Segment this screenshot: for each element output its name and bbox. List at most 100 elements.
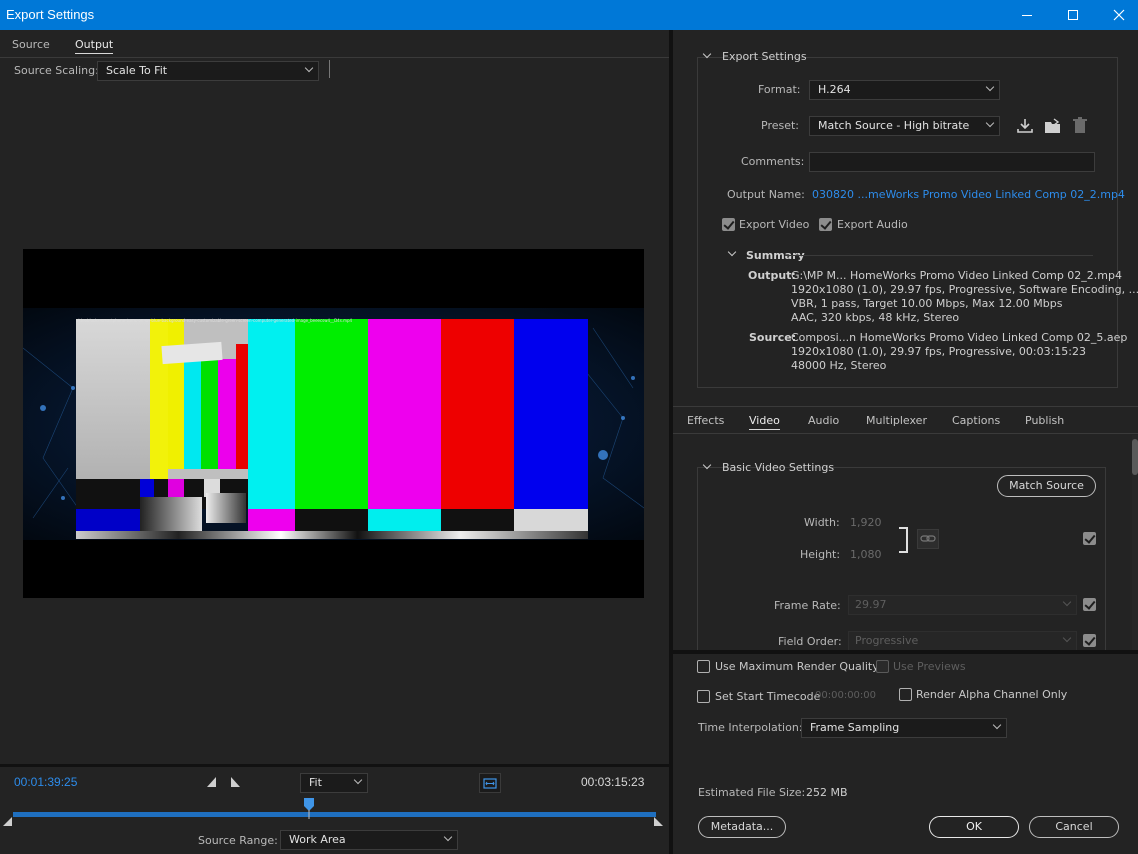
- width-height-match-checkbox[interactable]: [1083, 532, 1096, 545]
- preset-value: Match Source - High bitrate: [818, 119, 970, 132]
- basic-video-title: Basic Video Settings: [722, 461, 835, 474]
- set-in-point-icon[interactable]: [206, 776, 218, 788]
- timeline-panel: 00:01:39:25 Fit 00:03:15:23 Source Range…: [0, 764, 669, 854]
- summary-output-line: 1920x1080 (1.0), 29.97 fps, Progressive,…: [791, 283, 1138, 296]
- zoom-value: Fit: [309, 776, 322, 789]
- format-value: H.264: [818, 83, 851, 96]
- end-time: 00:03:15:23: [581, 775, 645, 789]
- export-settings-title: Export Settings: [722, 50, 807, 63]
- tab-publish[interactable]: Publish: [1025, 414, 1064, 427]
- format-dropdown[interactable]: H.264: [809, 80, 1000, 100]
- preview-panel: Source Output Source Scaling: Scale To F…: [0, 30, 669, 764]
- export-video-label: Export Video: [739, 218, 810, 231]
- ok-button[interactable]: OK: [929, 816, 1019, 838]
- summary-source-line: Composi...n HomeWorks Promo Video Linked…: [791, 331, 1128, 344]
- chevron-down-icon: [1062, 597, 1072, 607]
- field-order-match-checkbox[interactable]: [1083, 634, 1096, 647]
- output-name-link[interactable]: 030820 ...meWorks Promo Video Linked Com…: [812, 188, 1125, 201]
- constrain-proportions-button[interactable]: [917, 529, 939, 549]
- settings-panel: Export Settings Format: H.264 Preset: Ma…: [673, 30, 1138, 854]
- chevron-down-icon: [1062, 633, 1072, 643]
- set-out-point-icon[interactable]: [229, 776, 241, 788]
- use-previews-checkbox[interactable]: [876, 660, 889, 673]
- source-range-dropdown[interactable]: Work Area: [280, 830, 458, 850]
- save-preset-icon[interactable]: [1016, 118, 1034, 134]
- preset-label: Preset:: [761, 119, 800, 132]
- set-start-timecode-checkbox[interactable]: [697, 690, 710, 703]
- chevron-down-icon: [443, 832, 453, 842]
- range-end-handle-icon[interactable]: [654, 817, 664, 827]
- render-alpha-checkbox[interactable]: [899, 688, 912, 701]
- tab-output[interactable]: Output: [75, 38, 114, 54]
- timeline-track[interactable]: [13, 812, 656, 817]
- width-value[interactable]: 1,920: [850, 516, 882, 529]
- source-scaling-value: Scale To Fit: [106, 64, 168, 77]
- export-video-checkbox[interactable]: [722, 218, 735, 231]
- preset-dropdown[interactable]: Match Source - High bitrate: [809, 116, 1000, 136]
- match-source-button[interactable]: Match Source: [997, 475, 1096, 497]
- playhead-icon: [303, 798, 314, 819]
- frame-rate-dropdown[interactable]: 29.97: [848, 595, 1077, 615]
- minimize-button[interactable]: [1004, 0, 1050, 30]
- summary-output-line: AAC, 320 kbps, 48 kHz, Stereo: [791, 311, 960, 324]
- tab-effects[interactable]: Effects: [687, 414, 724, 427]
- close-icon: [1113, 9, 1125, 21]
- max-render-quality-checkbox[interactable]: [697, 660, 710, 673]
- time-interpolation-label: Time Interpolation:: [698, 721, 803, 734]
- source-scaling-dropdown[interactable]: Scale To Fit: [97, 61, 319, 81]
- comments-input[interactable]: [809, 152, 1095, 172]
- scrollbar-track[interactable]: [1132, 435, 1138, 650]
- tab-captions[interactable]: Captions: [952, 414, 1000, 427]
- window-title: Export Settings: [6, 7, 95, 22]
- scrollbar-thumb[interactable]: [1132, 439, 1138, 475]
- title-bar: Export Settings: [0, 0, 1138, 30]
- use-previews-label: Use Previews: [893, 660, 966, 673]
- aspect-toggle-button[interactable]: [479, 773, 501, 793]
- tab-multiplexer[interactable]: Multiplexer: [866, 414, 927, 427]
- close-button[interactable]: [1096, 0, 1138, 30]
- summary-output-line: G:\MP M... HomeWorks Promo Video Linked …: [791, 269, 1122, 282]
- tab-source[interactable]: Source: [12, 38, 50, 51]
- settings-tabbar: Effects Video Audio Multiplexer Captions…: [673, 406, 1138, 434]
- zoom-dropdown[interactable]: Fit: [300, 773, 368, 793]
- playhead[interactable]: [303, 797, 315, 822]
- start-timecode-value[interactable]: 00:00:00:00: [815, 690, 876, 701]
- frame-rate-match-checkbox[interactable]: [1083, 598, 1096, 611]
- video-settings-scroll: Basic Video Settings Match Source Width:…: [673, 435, 1138, 650]
- time-interpolation-dropdown[interactable]: Frame Sampling: [801, 718, 1007, 738]
- summary-source-line: 1920x1080 (1.0), 29.97 fps, Progressive,…: [791, 345, 1087, 358]
- current-time[interactable]: 00:01:39:25: [14, 775, 77, 789]
- width-label: Width:: [804, 516, 840, 529]
- estimated-size-label: Estimated File Size:: [698, 786, 806, 799]
- maximize-button[interactable]: [1050, 0, 1096, 30]
- summary-source-line: 48000 Hz, Stereo: [791, 359, 887, 372]
- comments-value: [810, 153, 816, 166]
- summary-output-label: Output:: [748, 269, 796, 282]
- tab-audio[interactable]: Audio: [808, 414, 839, 427]
- summary-source: Composi...n HomeWorks Promo Video Linked…: [791, 331, 1127, 373]
- field-order-dropdown[interactable]: Progressive: [848, 631, 1077, 650]
- chevron-down-icon: [304, 63, 314, 73]
- render-alpha-label: Render Alpha Channel Only: [916, 688, 1068, 701]
- aspect-correction-icon: [483, 778, 497, 789]
- tab-video[interactable]: Video: [749, 414, 780, 430]
- height-label: Height:: [800, 548, 841, 561]
- cancel-button[interactable]: Cancel: [1029, 816, 1119, 838]
- height-value[interactable]: 1,080: [850, 548, 882, 561]
- source-scaling-label: Source Scaling:: [14, 64, 99, 77]
- export-audio-label: Export Audio: [837, 218, 908, 231]
- test-pattern: videoblocks-smartphone-turns-on-on-blue-…: [76, 318, 588, 539]
- chevron-down-icon: [353, 775, 363, 785]
- output-name-label: Output Name:: [727, 188, 805, 201]
- range-start-handle-icon[interactable]: [3, 817, 13, 827]
- source-range-label: Source Range:: [198, 834, 278, 847]
- link-bracket: [899, 527, 908, 553]
- import-preset-icon[interactable]: [1044, 118, 1062, 134]
- chevron-down-icon: [985, 82, 995, 92]
- chevron-down-icon: [985, 118, 995, 128]
- metadata-button[interactable]: Metadata...: [698, 816, 786, 838]
- preview-caption: videoblocks-smartphone-turns-on-on-blue-…: [76, 318, 353, 323]
- export-audio-checkbox[interactable]: [819, 218, 832, 231]
- frame-rate-value: 29.97: [855, 598, 887, 611]
- delete-preset-icon[interactable]: [1072, 117, 1088, 134]
